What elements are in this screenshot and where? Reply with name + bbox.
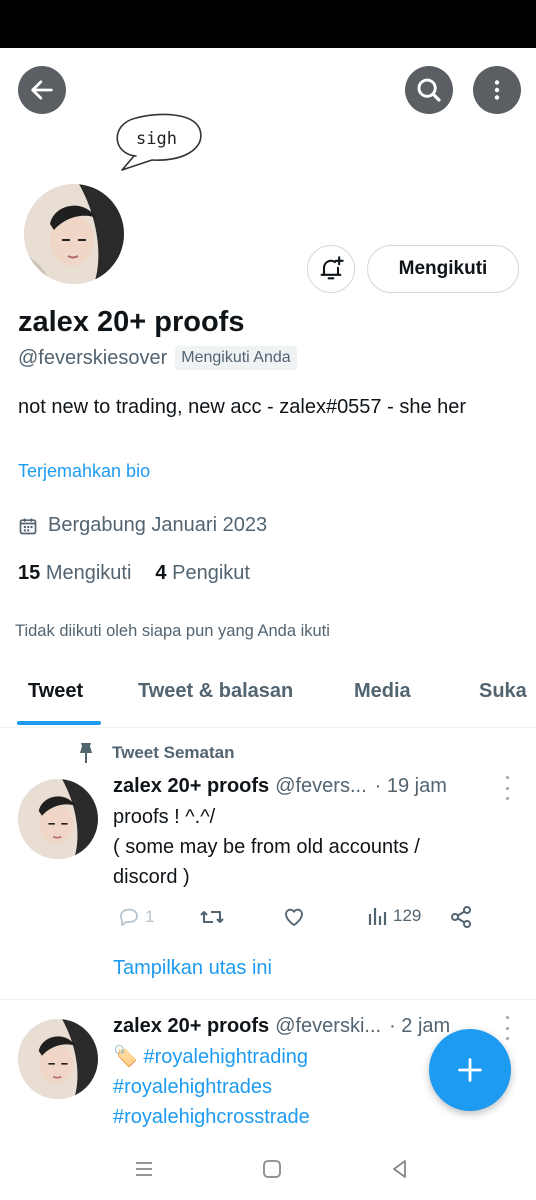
tweet-author-handle: @feverski... bbox=[275, 1015, 382, 1037]
more-vertical-icon bbox=[494, 80, 500, 100]
profile-handle: @feverskiesover bbox=[18, 346, 168, 369]
active-tab-indicator bbox=[17, 721, 101, 725]
square-icon bbox=[263, 1160, 281, 1178]
tweet-text: proofs ! ^.^/ ( some may be from old acc… bbox=[113, 806, 420, 888]
plus-icon bbox=[458, 1058, 482, 1082]
follows-you-badge: Mengikuti Anda bbox=[175, 346, 297, 370]
tweet-hashtags: 🏷️ #royalehightrading #royalehightrades … bbox=[113, 1042, 310, 1132]
pinned-label: Tweet Sematan bbox=[78, 742, 235, 764]
following-link[interactable]: 15 Mengikuti bbox=[18, 562, 131, 585]
tab-tweet[interactable]: Tweet bbox=[28, 680, 83, 703]
views-button[interactable]: 129 bbox=[367, 905, 421, 927]
pinned-text: Tweet Sematan bbox=[112, 743, 235, 762]
tweet-timestamp: · 19 jam bbox=[374, 775, 447, 797]
tweet-divider bbox=[0, 999, 536, 1000]
tweet-header: zalex 20+ proofs @feverski... · 2 jam bbox=[113, 1015, 493, 1038]
profile-bio: not new to trading, new acc - zalex#0557… bbox=[18, 396, 467, 418]
system-nav-bar bbox=[0, 1140, 536, 1200]
hashtag-link[interactable]: #royalehighcrosstrade bbox=[113, 1102, 310, 1132]
follow-counts: 15 Mengikuti 4 Pengikut bbox=[18, 562, 250, 585]
retweet-button[interactable] bbox=[199, 905, 225, 929]
translate-bio-link[interactable]: Terjemahkan bio bbox=[18, 461, 150, 482]
tweet-author-name: zalex 20+ proofs bbox=[113, 775, 270, 797]
following-count: 15 bbox=[18, 562, 41, 584]
tab-likes[interactable]: Suka bbox=[479, 680, 527, 703]
home-button[interactable] bbox=[257, 1154, 287, 1184]
tweet-avatar[interactable] bbox=[18, 1019, 98, 1099]
tweet-avatar[interactable] bbox=[18, 779, 98, 859]
search-icon bbox=[417, 78, 441, 102]
status-bar bbox=[0, 0, 536, 48]
profile-tabs: Tweet Tweet & balasan Media Suka bbox=[0, 662, 536, 728]
menu-lines-icon bbox=[136, 1162, 152, 1176]
handle-row: @feverskiesover Mengikuti Anda bbox=[18, 346, 297, 370]
followers-link[interactable]: 4 Pengikut bbox=[155, 562, 250, 585]
joined-date: Bergabung Januari 2023 bbox=[18, 514, 267, 537]
hashtag-link[interactable]: #royalehightrades bbox=[113, 1072, 310, 1102]
joined-text: Bergabung Januari 2023 bbox=[48, 514, 268, 536]
profile-avatar[interactable] bbox=[20, 180, 128, 288]
tweet-actions: 1 129 bbox=[113, 905, 483, 935]
heart-icon bbox=[285, 908, 303, 926]
reply-count: 1 bbox=[145, 907, 155, 926]
arrow-left-icon bbox=[31, 80, 53, 100]
triangle-back-icon bbox=[393, 1160, 406, 1178]
tweet-more-icon[interactable] bbox=[498, 776, 516, 800]
bell-plus-icon bbox=[320, 256, 344, 280]
back-button[interactable] bbox=[18, 66, 66, 114]
speech-bubble-doodle: sigh bbox=[106, 110, 206, 176]
reply-button[interactable]: 1 bbox=[117, 905, 154, 929]
label-emoji: 🏷️ bbox=[113, 1046, 138, 1068]
bubble-text: sigh bbox=[136, 129, 177, 149]
not-followed-notice: Tidak diikuti oleh siapa pun yang Anda i… bbox=[15, 622, 330, 640]
hashtag-link[interactable]: #royalehightrading bbox=[143, 1046, 308, 1068]
show-thread-link[interactable]: Tampilkan utas ini bbox=[113, 957, 272, 980]
followers-count: 4 bbox=[155, 562, 167, 584]
following-label: Mengikuti bbox=[45, 562, 132, 584]
share-button[interactable] bbox=[449, 905, 473, 929]
recent-apps-button[interactable] bbox=[129, 1154, 159, 1184]
profile-display-name: zalex 20+ proofs bbox=[18, 306, 245, 338]
compose-tweet-button[interactable] bbox=[429, 1029, 511, 1111]
system-back-button[interactable] bbox=[385, 1154, 415, 1184]
like-button[interactable] bbox=[282, 905, 306, 929]
tweet-author-handle: @fevers... bbox=[275, 775, 367, 797]
share-icon bbox=[451, 906, 471, 928]
tab-tweets-replies[interactable]: Tweet & balasan bbox=[138, 680, 293, 703]
more-options-button[interactable] bbox=[473, 66, 521, 114]
retweet-icon bbox=[200, 911, 224, 923]
reply-icon bbox=[120, 908, 138, 926]
search-button[interactable] bbox=[405, 66, 453, 114]
views-chart-icon bbox=[368, 908, 387, 925]
notify-button[interactable] bbox=[307, 245, 355, 293]
calendar-icon bbox=[19, 518, 37, 534]
tweet-header: zalex 20+ proofs @fevers... · 19 jam bbox=[113, 775, 493, 798]
followers-label: Pengikut bbox=[172, 562, 250, 584]
tweet-author-name: zalex 20+ proofs bbox=[113, 1015, 270, 1037]
views-count: 129 bbox=[393, 906, 422, 925]
following-button[interactable]: Mengikuti bbox=[367, 245, 519, 293]
pin-icon bbox=[80, 743, 92, 763]
tweet-more-icon[interactable] bbox=[498, 1016, 516, 1040]
tweet-timestamp: · 2 jam bbox=[389, 1015, 451, 1037]
tab-media[interactable]: Media bbox=[354, 680, 411, 703]
